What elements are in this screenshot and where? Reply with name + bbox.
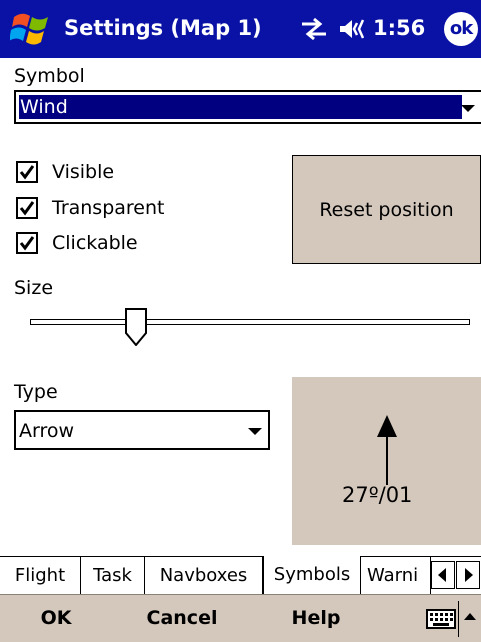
wind-arrow-icon: [377, 415, 397, 485]
symbol-label: Symbol: [14, 65, 85, 87]
checkmark-icon: [19, 201, 35, 216]
menu-up-icon[interactable]: [464, 613, 476, 620]
volume-icon[interactable]: [337, 17, 367, 41]
symbol-preview: 27º/01: [292, 377, 481, 545]
symbol-dropdown[interactable]: Wind: [14, 90, 481, 124]
scroll-left-icon[interactable]: [431, 561, 455, 589]
symbol-selection-highlight: [19, 95, 462, 119]
menu-divider: [458, 601, 459, 637]
transparent-checkbox[interactable]: [16, 197, 38, 219]
tab-bar: Flight Task Navboxes Symbols Warni: [0, 556, 481, 594]
clock[interactable]: 1:56: [373, 14, 425, 42]
cancel-menu-button[interactable]: Cancel: [132, 595, 232, 642]
visible-checkbox[interactable]: [16, 161, 38, 183]
checkmark-icon: [19, 165, 35, 180]
ok-button-icon[interactable]: ok: [444, 12, 478, 46]
windows-start-icon[interactable]: [9, 9, 54, 49]
keyboard-icon[interactable]: [426, 609, 456, 629]
menu-bar: OK Cancel Help: [0, 594, 481, 642]
type-dropdown[interactable]: Arrow: [14, 410, 270, 450]
tab-navboxes[interactable]: Navboxes: [145, 557, 263, 594]
checkmark-icon: [19, 236, 35, 251]
tab-symbols[interactable]: Symbols: [263, 556, 361, 594]
clickable-checkbox[interactable]: [16, 232, 38, 254]
symbol-dropdown-value: Wind: [20, 96, 68, 118]
clickable-label[interactable]: Clickable: [52, 231, 138, 255]
connectivity-icon[interactable]: [300, 17, 328, 41]
chevron-down-icon[interactable]: [248, 428, 262, 435]
tab-warnings[interactable]: Warni: [361, 557, 431, 594]
type-label: Type: [14, 381, 58, 403]
chevron-down-icon[interactable]: [461, 105, 475, 112]
size-label: Size: [14, 277, 54, 299]
ok-menu-button[interactable]: OK: [26, 595, 86, 642]
wind-readout: 27º/01: [342, 483, 413, 507]
help-menu-button[interactable]: Help: [276, 595, 356, 642]
window-title: Settings (Map 1): [64, 16, 262, 40]
visible-label[interactable]: Visible: [52, 160, 114, 184]
reset-position-button[interactable]: Reset position: [292, 155, 481, 264]
tab-flight[interactable]: Flight: [0, 557, 81, 594]
size-slider-thumb[interactable]: [125, 308, 147, 346]
transparent-label[interactable]: Transparent: [52, 196, 165, 220]
size-slider-track[interactable]: [30, 319, 470, 325]
type-dropdown-value: Arrow: [19, 420, 75, 442]
scroll-right-icon[interactable]: [456, 561, 480, 589]
tab-task[interactable]: Task: [81, 557, 145, 594]
